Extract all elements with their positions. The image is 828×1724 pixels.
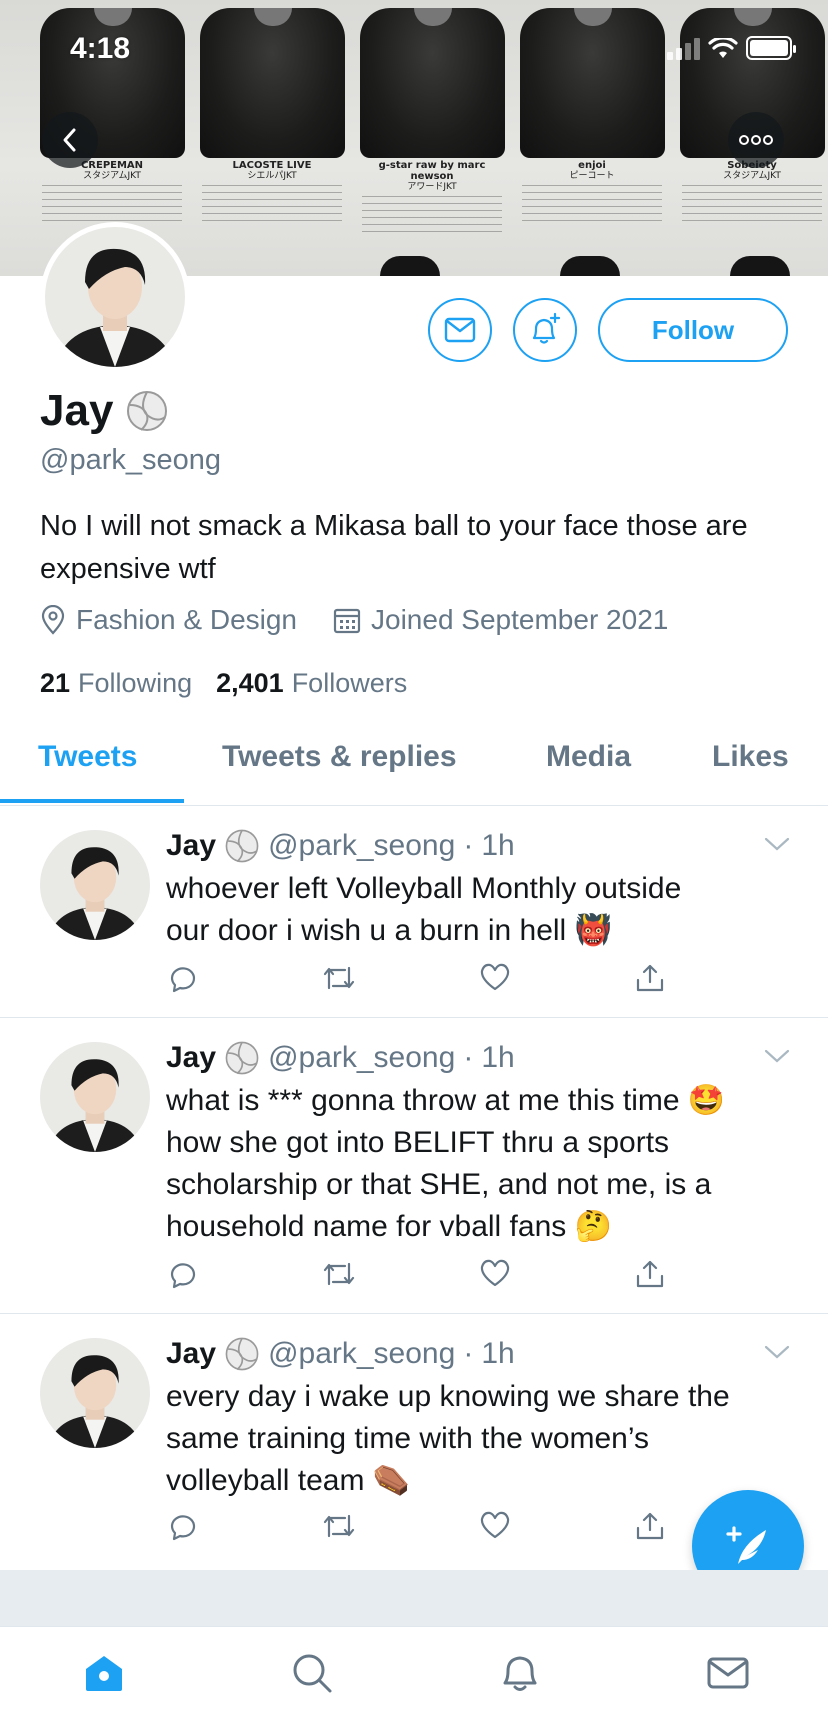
profile-name: Jay — [40, 386, 114, 435]
banner-caption: g-star raw by marc newson アワードJKT — [362, 160, 502, 234]
share-icon[interactable] — [634, 962, 666, 994]
heart-icon[interactable] — [479, 1258, 511, 1288]
reply-icon[interactable] — [166, 1258, 198, 1290]
profile-name-row: Jay — [40, 386, 169, 436]
volleyball-icon — [225, 1041, 259, 1075]
wifi-icon — [708, 38, 738, 58]
tab-tweets[interactable]: Tweets — [38, 740, 137, 774]
banner-caption: CREPEMAN スタジアムJKT — [42, 160, 182, 223]
retweet-icon[interactable] — [321, 962, 357, 994]
cellular-signal-icon — [667, 38, 700, 60]
chevron-down-icon[interactable] — [764, 1344, 790, 1360]
mail-icon[interactable] — [706, 1651, 750, 1695]
tweet-text: every day i wake up knowing we share the… — [166, 1380, 730, 1497]
tweet-avatar[interactable] — [40, 1042, 150, 1152]
tweet-actions — [166, 1510, 666, 1542]
tweet-actions — [166, 1258, 666, 1290]
envelope-icon — [444, 317, 476, 343]
tweet-item[interactable]: Jay @park_seong · 1h whoever left Volleyba… — [0, 806, 828, 1018]
more-options-button[interactable] — [728, 112, 784, 168]
tweet-text: what is *** gonna throw at me this time … — [166, 1084, 726, 1243]
retweet-icon[interactable] — [321, 1510, 357, 1542]
reply-icon[interactable] — [166, 1510, 198, 1542]
avatar-portrait — [45, 227, 185, 367]
tweet-header: Jay @park_seong · 1h — [166, 829, 515, 863]
chevron-left-icon — [63, 128, 76, 152]
following-link[interactable]: 21 Following — [40, 668, 192, 699]
bell-icon[interactable] — [498, 1651, 542, 1695]
back-button[interactable] — [42, 112, 98, 168]
location-pin-icon — [41, 605, 65, 635]
tab-media[interactable]: Media — [546, 740, 631, 774]
status-time: 4:18 — [70, 32, 131, 65]
share-icon[interactable] — [634, 1510, 666, 1542]
ellipsis-icon — [739, 135, 773, 145]
banner-caption: SobeietyスタジアムJKT — [682, 160, 822, 223]
banner-decoration — [730, 256, 790, 276]
volleyball-icon — [127, 391, 168, 431]
status-icons — [667, 36, 796, 60]
followers-link[interactable]: 2,401 Followers — [216, 668, 407, 699]
banner-caption: enjoi ピーコート — [522, 160, 662, 223]
tweet-text: whoever left Volleyball Monthly outside o… — [166, 872, 682, 947]
share-icon[interactable] — [634, 1258, 666, 1290]
profile-bio: No I will not smack a Mikasa ball to you… — [40, 510, 748, 585]
volleyball-icon — [225, 829, 259, 863]
reply-icon[interactable] — [166, 962, 198, 994]
profile-tabs: Tweets Tweets & replies Media Likes — [0, 712, 828, 806]
heart-icon[interactable] — [479, 1510, 511, 1540]
active-tab-indicator — [0, 799, 184, 803]
follow-button[interactable]: Follow — [598, 298, 788, 362]
chevron-down-icon[interactable] — [764, 1048, 790, 1064]
compose-tweet-icon — [726, 1526, 766, 1564]
tab-likes[interactable]: Likes — [712, 740, 789, 774]
banner-jacket-image — [520, 8, 665, 158]
chevron-down-icon[interactable] — [764, 836, 790, 852]
profile-joined: Joined September 2021 — [333, 604, 668, 636]
profile-handle: @park_seong — [40, 444, 221, 476]
retweet-icon[interactable] — [321, 1258, 357, 1290]
banner-jacket-image — [200, 8, 345, 158]
banner-caption: LACOSTE LIVE シエルパJKT — [202, 160, 342, 223]
message-button[interactable] — [428, 298, 492, 362]
search-icon[interactable] — [290, 1651, 334, 1695]
profile-category: Fashion & Design — [40, 604, 297, 636]
profile-avatar[interactable] — [40, 222, 190, 372]
bottom-navigation — [0, 1626, 828, 1724]
volleyball-icon — [225, 1337, 259, 1371]
profile-meta: Fashion & Design Joined September 2021 — [40, 604, 668, 636]
bell-plus-icon — [532, 312, 561, 344]
tweet-actions — [166, 962, 666, 994]
tweet-avatar[interactable] — [40, 1338, 150, 1448]
home-icon[interactable] — [82, 1651, 126, 1695]
tweet-avatar[interactable] — [40, 830, 150, 940]
timeline-end-strip — [0, 1570, 828, 1626]
tweet-item[interactable]: Jay @park_seong · 1h what is *** gonna thr… — [0, 1018, 828, 1314]
profile-counts: 21 Following 2,401 Followers — [40, 668, 407, 699]
calendar-icon — [333, 608, 361, 634]
banner-decoration — [560, 256, 620, 276]
banner-jacket-image — [360, 8, 505, 158]
battery-icon — [746, 36, 796, 60]
notify-button[interactable] — [513, 298, 577, 362]
banner-decoration — [380, 256, 440, 276]
tweet-header: Jay @park_seong · 1h — [166, 1041, 515, 1075]
heart-icon[interactable] — [479, 962, 511, 992]
tweet-header: Jay @park_seong · 1h — [166, 1337, 515, 1371]
tab-tweets-replies[interactable]: Tweets & replies — [222, 740, 457, 774]
